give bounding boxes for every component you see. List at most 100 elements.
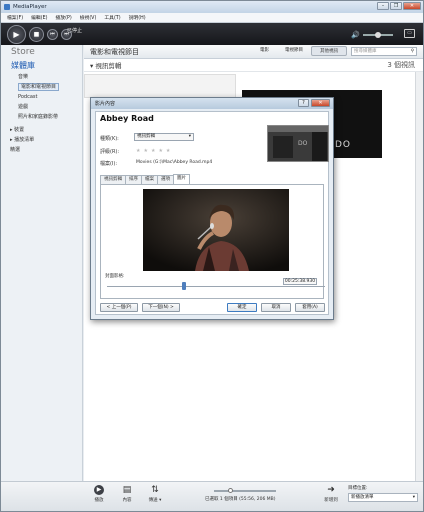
library-heading[interactable]: 媒體庫 (1, 60, 82, 72)
target-label: 目標位置: (348, 486, 368, 491)
bottom-play-button[interactable]: ▶ 播放 (89, 485, 109, 503)
playback-toolbar: ▶ ■ ⏮ ⏭ 已停止 🔊 ▭ (1, 23, 423, 45)
bottom-bar: ▶ 播放 ▤ 內容 ⇅ 傳送 ▾ 已選取 1 個項目 (55:56, 206 M… (1, 481, 423, 511)
playback-status: 已停止 (67, 28, 83, 34)
minimize-button[interactable]: – (377, 2, 389, 10)
frame-slider-track[interactable] (107, 286, 325, 287)
sidebar-item-movies-tv[interactable]: 電影和電視節目 (1, 82, 82, 92)
search-placeholder: 搜尋媒體庫 (354, 48, 377, 54)
play-button[interactable]: ▶ (7, 24, 26, 44)
menu-file[interactable]: 檔案(F) (7, 14, 23, 21)
file-path: Movies (G:)\Mac\Abbey Road.mp4 (136, 160, 213, 165)
dialog-help-button[interactable]: ? (298, 99, 309, 107)
speaker-icon[interactable]: 🔊 (351, 31, 360, 39)
target-select[interactable]: 新播放清單 ▾ (348, 493, 418, 502)
chevron-down-icon: ▾ (412, 495, 415, 500)
sidebar-item-photos[interactable]: 照片和家庭錄影帶 (1, 112, 82, 122)
document-icon: ▤ (122, 485, 132, 495)
tab-options[interactable]: 選項 (157, 175, 174, 184)
zoom-knob[interactable] (228, 488, 233, 493)
video-frame-preview (143, 189, 289, 271)
close-button[interactable]: ✕ (403, 2, 421, 10)
search-input[interactable]: 搜尋媒體庫 ⚲ (351, 46, 417, 56)
genre-value: 視訊剪輯 (137, 134, 155, 139)
search-icon[interactable]: ⚲ (411, 48, 414, 55)
thumbnail-text: DO (298, 140, 308, 147)
menu-tools[interactable]: 工具(T) (104, 14, 120, 21)
section-header: ▾ 視訊剪輯 3 個視訊 (84, 59, 423, 72)
store-link[interactable]: Store (1, 45, 82, 59)
next-item-button[interactable]: 下一個(N) > (142, 303, 180, 312)
mini-mode-button[interactable]: ▭ (404, 29, 415, 38)
target-value: 新播放清單 (351, 495, 374, 500)
menu-help[interactable]: 說明(H) (129, 14, 146, 21)
sidebar-group-featured[interactable]: 精選 (1, 145, 82, 155)
dialog-body: Abbey Road 種類(K): 視訊剪輯 ▾ 評級(R): ★★★★★ 檔案… (95, 111, 329, 315)
sidebar-item-music[interactable]: 音樂 (1, 72, 82, 82)
previous-button[interactable]: ⏮ (47, 28, 58, 40)
rating-stars[interactable]: ★★★★★ (136, 148, 173, 154)
tab-file[interactable]: 檔案 (141, 175, 158, 184)
dialog-title-bar: 影片內容 ? ✕ (91, 98, 333, 109)
sidebar-group-devices[interactable]: ▸ 裝置 (1, 125, 82, 135)
sidebar-item-label: 照片和家庭錄影帶 (18, 114, 59, 120)
sidebar-item-games[interactable]: 遊戲 (1, 102, 82, 112)
tab-tv-shows[interactable]: 電視節目 (277, 46, 311, 56)
video-thumbnail[interactable] (84, 74, 236, 98)
menu-edit[interactable]: 編輯(E) (31, 14, 47, 21)
cancel-button[interactable]: 取消 (261, 303, 291, 312)
section-toggle[interactable]: ▾ 視訊剪輯 (90, 60, 121, 70)
properties-button[interactable]: ▤ 內容 (117, 485, 137, 503)
maximize-button[interactable]: ❐ (390, 2, 402, 10)
page-title: 電影和電視節目 (90, 47, 139, 56)
window-title: MediaPlayer (13, 4, 47, 10)
file-label: 檔案(I): (100, 161, 118, 167)
menu-bar: 檔案(F) 編輯(E) 播放(P) 檢視(V) 工具(T) 說明(H) (1, 13, 423, 23)
app-icon (4, 4, 10, 10)
add-to-label: 新增到 (324, 498, 338, 503)
selection-info: 已選取 1 個項目 (55:56, 206 MB) (205, 497, 276, 502)
frame-slider-thumb[interactable] (182, 282, 186, 290)
tab-other-video[interactable]: 其他視訊 (311, 46, 347, 56)
sidebar-item-podcast[interactable]: Podcast (1, 92, 82, 102)
video-count: 3 個視訊 (387, 61, 415, 69)
play-icon: ▶ (94, 485, 104, 495)
stop-button[interactable]: ■ (29, 26, 44, 42)
window-controls: – ❐ ✕ (376, 2, 421, 10)
rating-label: 評級(R): (100, 149, 120, 155)
volume-control: 🔊 (351, 31, 393, 39)
apply-button[interactable]: 套用(A) (295, 303, 325, 312)
menu-play[interactable]: 播放(P) (55, 14, 71, 21)
properties-label: 內容 (122, 498, 132, 503)
sidebar-item-label: 遊戲 (18, 104, 29, 110)
vertical-scrollbar[interactable] (415, 72, 423, 481)
dialog-title: 影片內容 (95, 101, 116, 107)
frame-time-field[interactable]: 00:25:38.930 (283, 278, 317, 285)
title-bar: MediaPlayer – ❐ ✕ (1, 1, 423, 13)
sidebar: Store 媒體庫 音樂 電影和電視節目 Podcast 遊戲 照片和家庭錄影帶… (1, 45, 83, 481)
tab-video-clip[interactable]: 視訊剪輯 (100, 175, 126, 184)
zoom-slider[interactable] (214, 488, 276, 493)
add-to-playlist-button[interactable]: ➜ 新增到 (321, 485, 341, 503)
cover-frame-label: 封面影格: (105, 274, 125, 279)
video-frame-image (143, 189, 289, 271)
menu-view[interactable]: 檢視(V) (80, 14, 97, 21)
sync-button[interactable]: ⇅ 傳送 ▾ (145, 485, 165, 503)
previous-item-button[interactable]: < 上一個(P) (100, 303, 138, 312)
sidebar-item-label: 音樂 (18, 74, 29, 80)
sync-label: 傳送 ▾ (148, 498, 162, 503)
tab-sort[interactable]: 排序 (125, 175, 142, 184)
cover-thumbnail: DO (267, 125, 329, 162)
dialog-tabs: 視訊剪輯 排序 檔案 選項 圖片 (100, 174, 190, 184)
volume-slider[interactable] (363, 32, 393, 38)
sync-icon: ⇅ (151, 485, 159, 495)
dialog-close-button[interactable]: ✕ (311, 99, 330, 107)
ok-button[interactable]: 確定 (227, 303, 257, 312)
sidebar-group-playlists[interactable]: ▸ 播放清單 (1, 135, 82, 145)
chevron-down-icon: ▾ (188, 134, 191, 139)
tab-movies[interactable]: 電影 (252, 46, 277, 56)
tab-picture[interactable]: 圖片 (173, 174, 190, 184)
category-tabs: 電影 電視節目 其他視訊 搜尋媒體庫 ⚲ (252, 46, 417, 56)
volume-knob[interactable] (375, 32, 381, 38)
genre-select[interactable]: 視訊剪輯 ▾ (134, 133, 194, 141)
